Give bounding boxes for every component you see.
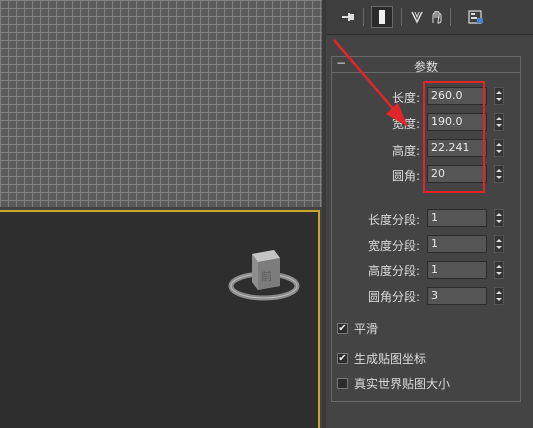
real-world-map-checkbox-row[interactable]: 真实世界贴图大小 (337, 375, 450, 391)
gen-mapping-checkbox[interactable]: ✔ (337, 352, 348, 364)
length-segs-spinner[interactable] (494, 209, 504, 227)
height-segs-label: 高度分段: (367, 264, 420, 278)
toolbar-divider (450, 8, 451, 26)
remove-modifier-icon[interactable] (428, 6, 444, 28)
height-segs-spinner[interactable] (494, 261, 504, 279)
height-label: 高度: (391, 144, 420, 158)
width-label: 宽度: (391, 117, 420, 131)
width-segs-spinner[interactable] (494, 235, 504, 253)
length-segs-input[interactable]: 1 (427, 209, 487, 227)
height-segs-input[interactable]: 1 (427, 261, 487, 279)
fillet-label: 圆角: (391, 169, 420, 183)
length-label: 长度: (391, 91, 420, 105)
real-world-map-checkbox[interactable] (337, 377, 348, 389)
width-spinner[interactable] (494, 113, 504, 131)
toolbar-divider (363, 8, 364, 26)
perspective-viewport[interactable]: 前 (0, 210, 320, 428)
toolbar-divider (401, 8, 402, 26)
height-spinner[interactable] (494, 139, 504, 157)
fillet-segs-spinner[interactable] (494, 287, 504, 305)
width-segs-label: 宽度分段: (367, 239, 420, 253)
length-spinner[interactable] (494, 87, 504, 105)
rollout-header[interactable]: − 参数 (332, 56, 520, 74)
make-unique-icon[interactable] (409, 6, 425, 28)
width-segs-input[interactable]: 1 (427, 235, 487, 253)
show-end-result-icon[interactable] (371, 6, 393, 28)
fillet-segs-input[interactable]: 3 (427, 287, 487, 305)
pin-stack-icon[interactable] (339, 6, 357, 28)
top-viewport-grid[interactable] (0, 0, 322, 207)
smooth-checkbox-row[interactable]: ✔ 平滑 (337, 320, 378, 336)
viewcube-icon[interactable]: 前 (228, 244, 308, 314)
command-panel-toolbar (326, 0, 533, 35)
viewcube-face-label: 前 (261, 269, 272, 283)
fillet-spinner[interactable] (494, 165, 504, 183)
length-segs-label: 长度分段: (367, 213, 420, 227)
smooth-checkbox[interactable]: ✔ (337, 322, 348, 334)
real-world-map-label: 真实世界贴图大小 (354, 376, 451, 391)
rollout-title: 参数 (413, 60, 438, 74)
fillet-segs-label: 圆角分段: (367, 290, 420, 304)
gen-mapping-checkbox-row[interactable]: ✔ 生成贴图坐标 (337, 350, 426, 366)
smooth-label: 平滑 (354, 321, 379, 336)
configure-sets-icon[interactable] (467, 6, 485, 28)
gen-mapping-label: 生成贴图坐标 (354, 351, 427, 366)
highlight-box-annotation (423, 81, 485, 193)
